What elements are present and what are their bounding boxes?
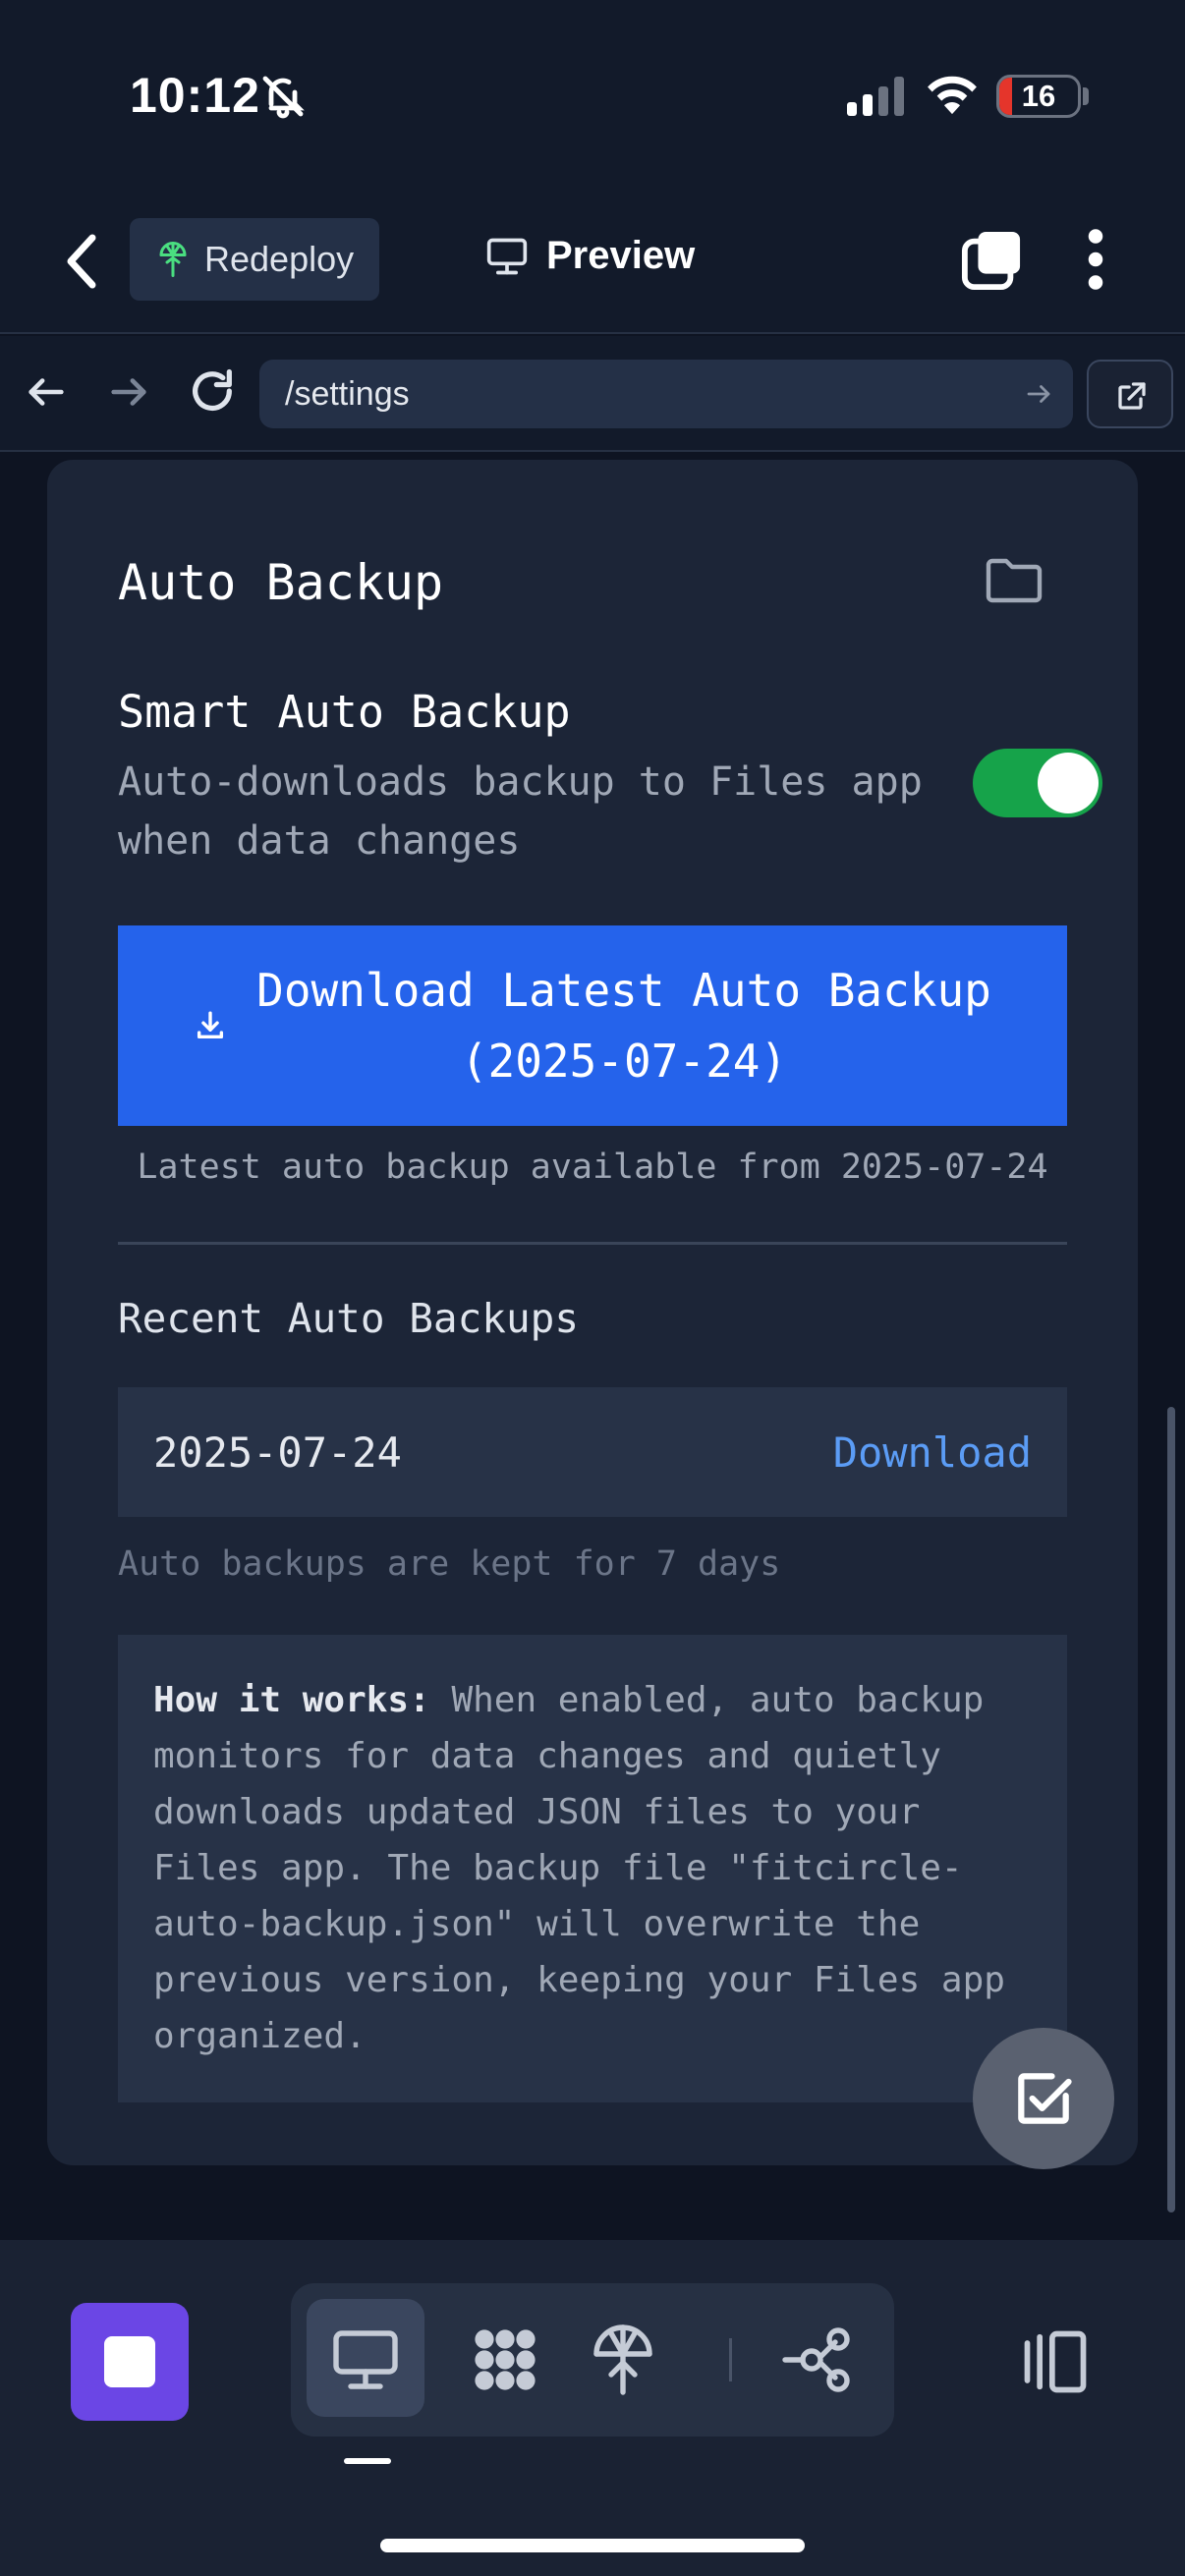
battery-level: 16: [1021, 79, 1056, 113]
auto-backup-card: Auto Backup Smart Auto Backup Auto-downl…: [47, 460, 1138, 2165]
section-divider: [118, 1242, 1067, 1245]
download-latest-line1: Download Latest Auto Backup: [256, 964, 991, 1017]
stop-button[interactable]: [71, 2303, 189, 2421]
how-it-works-text: When enabled, auto backup monitors for d…: [153, 1680, 1005, 2056]
backup-download-link[interactable]: Download: [833, 1428, 1032, 1477]
redeploy-icon: [159, 242, 187, 277]
open-external-button[interactable]: [1087, 360, 1173, 428]
url-input[interactable]: /settings: [259, 360, 1073, 428]
monitor-icon: [486, 238, 528, 274]
browser-bar: /settings: [0, 336, 1185, 452]
monitor-icon[interactable]: [330, 2324, 401, 2395]
backup-date: 2025-07-24: [153, 1428, 402, 1477]
stop-icon: [104, 2336, 155, 2387]
status-bar: 10:12 16: [0, 0, 1185, 196]
how-it-works-label: How it works:: [153, 1680, 430, 1720]
battery-tip: [1083, 87, 1089, 105]
scrollbar[interactable]: [1167, 1407, 1175, 2212]
url-text: /settings: [285, 375, 410, 413]
smart-backup-title: Smart Auto Backup: [118, 686, 571, 738]
download-icon: [198, 1011, 224, 1039]
wifi-icon: [928, 76, 977, 115]
deploy-icon[interactable]: [588, 2324, 658, 2395]
tool-group: [291, 2283, 894, 2436]
connections-icon[interactable]: [782, 2324, 853, 2395]
preview-viewport: Auto Backup Smart Auto Backup Auto-downl…: [0, 454, 1185, 2240]
active-tool-underline: [344, 2458, 391, 2464]
redeploy-label: Redeploy: [204, 239, 355, 279]
cell-signal-icon: [847, 77, 904, 116]
arrow-right-icon[interactable]: [106, 369, 151, 415]
download-latest-backup-button[interactable]: Download Latest Auto Backup (2025-07-24): [118, 925, 1067, 1126]
tabs-icon[interactable]: [961, 230, 1022, 291]
backup-row: 2025-07-24 Download: [118, 1387, 1067, 1517]
download-latest-line2: (2025-07-24): [460, 1035, 788, 1088]
side-panel-icon[interactable]: [1018, 2324, 1093, 2399]
bell-off-icon: [262, 76, 305, 119]
battery-indicator: 16: [996, 75, 1081, 118]
status-time: 10:12: [130, 68, 260, 123]
latest-backup-note: Latest auto backup available from 2025-0…: [137, 1148, 1048, 1187]
app-header: Redeploy Preview: [0, 196, 1185, 334]
folder-icon: [986, 558, 1043, 603]
how-it-works-box: How it works: When enabled, auto backup …: [118, 1635, 1067, 2102]
tab-preview[interactable]: Preview: [485, 234, 695, 278]
home-indicator: [380, 2539, 805, 2552]
reload-icon[interactable]: [187, 365, 238, 417]
check-square-icon: [1018, 2073, 1072, 2124]
recent-backups-title: Recent Auto Backups: [118, 1295, 579, 1342]
chevron-left-icon[interactable]: [61, 232, 104, 291]
kebab-menu-icon[interactable]: [1081, 228, 1110, 291]
preview-label: Preview: [546, 234, 696, 277]
smart-backup-description: Auto-downloads backup to Files app when …: [118, 759, 923, 864]
arrow-left-icon[interactable]: [24, 369, 69, 415]
redeploy-button[interactable]: Redeploy: [130, 218, 379, 301]
external-link-icon: [1118, 382, 1146, 410]
tool-separator: [729, 2338, 732, 2381]
select-mode-button[interactable]: [973, 2028, 1114, 2169]
smart-backup-toggle[interactable]: [973, 749, 1102, 817]
card-title: Auto Backup: [118, 554, 444, 611]
retention-note: Auto backups are kept for 7 days: [118, 1544, 781, 1584]
toggle-knob: [1038, 753, 1099, 813]
download-latest-label: Download Latest Auto Backup (2025-07-24): [256, 955, 991, 1096]
workspace-icon[interactable]: [470, 2324, 540, 2395]
arrow-right-icon[interactable]: [1024, 379, 1053, 409]
bottom-toolbar: [0, 2240, 1185, 2576]
